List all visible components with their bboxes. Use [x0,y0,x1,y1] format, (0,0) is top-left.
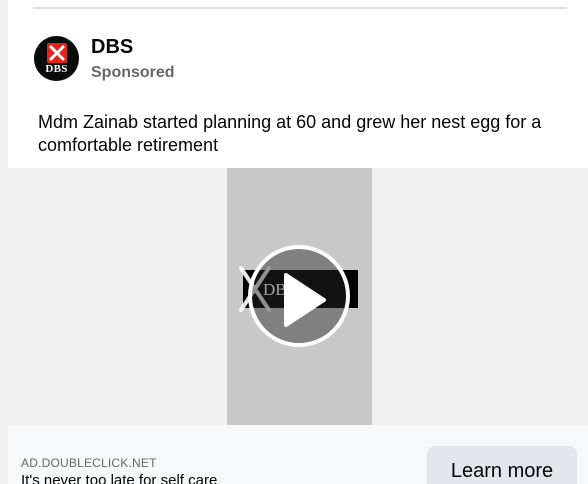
sponsored-label[interactable]: Sponsored [91,63,175,83]
dbs-logo-icon [47,43,67,63]
ad-tagline[interactable]: It's never too late for self care [21,472,217,484]
left-edge [0,0,8,484]
ad-footer: AD.DOUBLECLICK.NET It's never too late f… [8,425,588,484]
avatar-brand-text: DBS [45,63,68,75]
play-button[interactable] [248,245,350,347]
post-meta: DBS Sponsored [91,36,175,83]
sponsored-post: DBS DBS Sponsored Mdm Zainab started pla… [8,9,588,484]
ad-domain[interactable]: AD.DOUBLECLICK.NET [21,456,157,470]
post-caption: Mdm Zainab started planning at 60 and gr… [38,112,542,155]
advertiser-avatar[interactable]: DBS [34,36,79,81]
post-header: DBS DBS Sponsored [34,36,175,83]
advertiser-name[interactable]: DBS [91,36,175,58]
play-icon [284,273,326,327]
learn-more-button[interactable]: Learn more [427,446,577,484]
video-media[interactable]: DBS [8,168,588,425]
